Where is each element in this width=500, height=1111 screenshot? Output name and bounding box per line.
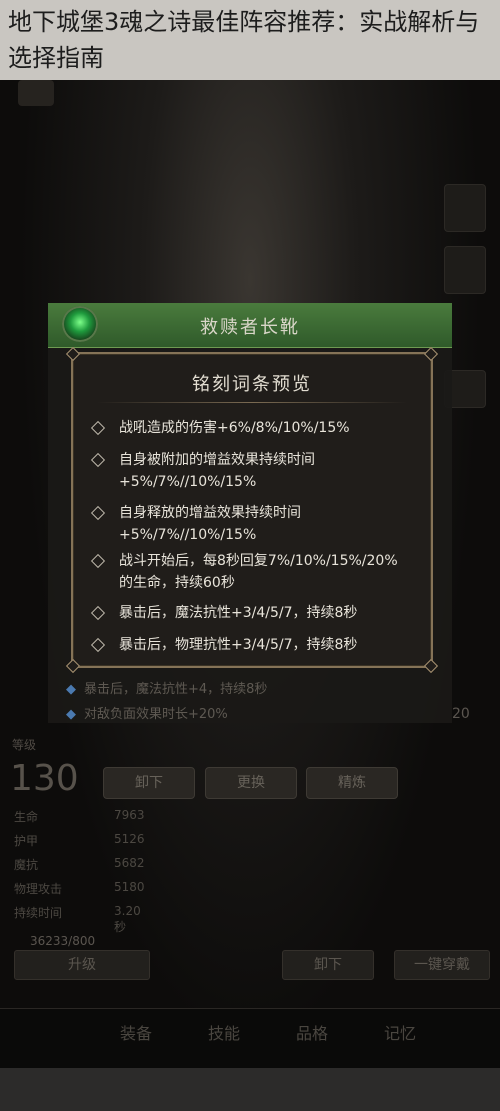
- article-title-band: 地下城堡3魂之诗最佳阵容推荐：实战解析与选择指南: [0, 0, 500, 80]
- tab-skills[interactable]: 技能: [208, 1020, 240, 1044]
- tab-character[interactable]: 品格: [296, 1020, 328, 1044]
- diamond-icon: [90, 637, 106, 653]
- inscription-entry: 暴击后，魔法抗性+3/4/5/7，持续8秒: [90, 602, 409, 624]
- refine-button[interactable]: 精炼: [306, 767, 398, 799]
- currency-value: 36233/800: [30, 934, 96, 948]
- unequip-button[interactable]: 卸下: [103, 767, 195, 799]
- side-badge: 20: [452, 706, 470, 722]
- stat-row: 物理攻击 5180: [14, 880, 145, 896]
- diamond-icon: [90, 452, 106, 468]
- unequip-all-button[interactable]: 卸下: [282, 950, 374, 980]
- inscription-entry: 自身被附加的增益效果持续时间+5%/7%//10%/15%: [90, 449, 409, 493]
- preview-title: 铭刻词条预览: [192, 374, 312, 395]
- inscription-entry: 自身释放的增益效果持续时间+5%/7%//10%/15%: [90, 502, 409, 546]
- diamond-icon: [90, 505, 106, 521]
- stat-row: 魔抗 5682: [14, 856, 145, 872]
- diamond-icon: [90, 605, 106, 621]
- one-click-equip-button[interactable]: 一键穿戴: [394, 950, 490, 980]
- inscription-entry: 战吼造成的伤害+6%/8%/10%/15%: [90, 417, 409, 439]
- tab-equipment[interactable]: 装备: [120, 1020, 152, 1044]
- bottom-nav: [0, 1008, 500, 1069]
- side-slot-1[interactable]: [444, 184, 486, 232]
- inscription-preview-dialog: 铭刻词条预览 战吼造成的伤害+6%/8%/10%/15% 自身被附加的增益效果持…: [65, 346, 439, 674]
- bottom-strip: [0, 1068, 500, 1111]
- hero-portrait-icon[interactable]: [18, 80, 54, 106]
- item-name: 救赎者长靴: [200, 317, 300, 338]
- diamond-icon: [90, 553, 106, 569]
- stat-row: 生命 7963: [14, 808, 145, 824]
- diamond-icon: [90, 420, 106, 436]
- level-label: 等级: [12, 738, 37, 752]
- inscription-entry: 战斗开始后，每8秒回复7%/10%/15%/20%的生命，持续60秒: [90, 550, 409, 594]
- divider: [97, 402, 407, 403]
- stat-row: 持续时间 3.20秒: [14, 904, 141, 934]
- article-title: 地下城堡3魂之诗最佳阵容推荐：实战解析与选择指南: [8, 8, 480, 72]
- stat-row: 护甲 5126: [14, 832, 145, 848]
- level-value: 130: [10, 758, 79, 799]
- item-header: 救赎者长靴: [48, 303, 452, 348]
- attribute-line: ◆ 暴击后，魔法抗性+4，持续8秒: [66, 682, 268, 697]
- side-slot-2[interactable]: [444, 246, 486, 294]
- upgrade-button[interactable]: 升级: [14, 950, 150, 980]
- replace-button[interactable]: 更换: [205, 767, 297, 799]
- tab-memory[interactable]: 记忆: [384, 1020, 416, 1044]
- attribute-line: ◆ 对敌负面效果时长+20%: [66, 707, 228, 722]
- inscription-entry: 暴击后，物理抗性+3/4/5/7，持续8秒: [90, 634, 409, 656]
